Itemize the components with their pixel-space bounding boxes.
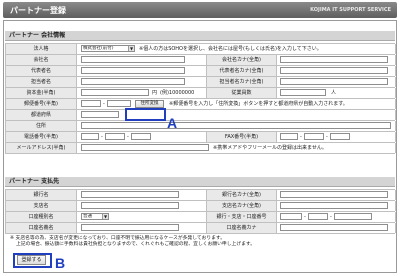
bank-name-row: 銀行名 銀行名カナ(全角) [6, 190, 396, 201]
corp-type-label: 法人格 [6, 44, 77, 54]
address-input[interactable] [81, 122, 391, 129]
email-label: メールアドレス(半角) [6, 143, 77, 153]
company-form-table: 法人格 株式会社(前付) ▼ ※個人の方はSOHOを選択し、会社名には屋号(もしく… [5, 43, 396, 154]
account-type-row: 口座種別名 普通 ▼ 銀行・支店・口座番号 - - [6, 212, 396, 223]
account-number-input[interactable] [334, 213, 372, 220]
bank-name-kana-input[interactable] [280, 191, 388, 198]
holder-name-row: 口座名義名 口座名義カナ [6, 223, 396, 234]
callout-b: B [55, 255, 66, 271]
postal-code-first-input[interactable] [81, 100, 101, 107]
prefecture-label: 都道府県 [6, 110, 77, 120]
company-name-kana-label: 会社名カナ(全角) [207, 55, 277, 65]
employees-unit: 人 [331, 90, 337, 96]
holder-name-label: 口座名義名 [6, 223, 77, 233]
fax-middle-input[interactable] [304, 133, 324, 140]
address-row: 住所 [6, 121, 396, 132]
payment-section-heading: パートナー 支払先 [5, 177, 395, 187]
email-input[interactable] [81, 144, 209, 151]
capital-example: (例)10000000 [160, 90, 195, 96]
phone-last-input[interactable] [131, 133, 151, 140]
chevron-down-icon: ▼ [102, 214, 108, 219]
branch-name-kana-input[interactable] [280, 202, 388, 209]
rep-name-kana-input[interactable] [280, 67, 388, 74]
capital-input[interactable] [81, 89, 149, 96]
postal-label: 郵便番号(半角) [6, 99, 77, 109]
email-note: ※携帯メアドやフリーメールの登録は出来ません。 [213, 145, 327, 151]
page-title: パートナー登録 [10, 6, 66, 15]
prefecture-input[interactable] [81, 111, 119, 118]
rep-name-kana-label: 代表者名カナ(全角) [207, 66, 277, 76]
brand-logo: KOJIMA IT SUPPORT SERVICE [310, 7, 391, 13]
contact-name-kana-input[interactable] [280, 78, 388, 85]
payment-form-table: 銀行名 銀行名カナ(全角) 支店名 支店名カナ(全角) 口座種別名 普通 ▼ 銀行… [5, 189, 396, 234]
contact-name-row: 担当者名 担当者名カナ(全角) [6, 77, 396, 88]
account-type-select[interactable]: 普通 ▼ [81, 213, 109, 220]
footer-note: ※ 支店名等の為、支店名が変更になっており、口座不明で振込用になるケースが多発し… [10, 236, 395, 248]
branch-name-row: 支店名 支店名カナ(全角) [6, 201, 396, 212]
capital-row: 資本金(半角) 円 (例)10000000 従業員数 人 [6, 88, 396, 99]
contact-name-kana-label: 担当者名カナ(全角) [207, 77, 277, 87]
company-name-row: 会社名 会社名カナ(全角) [6, 55, 396, 66]
address-lookup-highlight [125, 108, 166, 121]
branch-name-kana-label: 支店名カナ(全角) [207, 201, 277, 211]
capital-label: 資本金(半角) [6, 88, 77, 98]
holder-name-kana-label: 口座名義カナ [207, 223, 277, 233]
capital-unit: 円 [152, 90, 158, 96]
account-type-label: 口座種別名 [6, 212, 77, 222]
title-bar: パートナー登録 KOJIMA IT SUPPORT SERVICE [3, 2, 397, 18]
bank-name-kana-label: 銀行名カナ(全角) [207, 190, 277, 200]
corp-type-select[interactable]: 株式会社(前付) ▼ [81, 45, 135, 52]
bank-name-label: 銀行名 [6, 190, 77, 200]
branch-name-label: 支店名 [6, 201, 77, 211]
bank-name-input[interactable] [81, 191, 179, 198]
holder-name-input[interactable] [81, 224, 179, 231]
prefecture-row: 都道府県 [6, 110, 396, 121]
postal-note: ※郵便番号を入力し「住所変換」ボタンを押すと都道府県が自動入力されます。 [169, 101, 348, 107]
company-name-label: 会社名 [6, 55, 77, 65]
contact-name-input[interactable] [81, 78, 185, 85]
footer-note-line-2: 上記の場合、振込額に手数料は貴社負担となりますので、くれぐれもご確認の程、宜しく… [16, 242, 256, 247]
company-section-heading: パートナー 会社情報 [5, 31, 395, 41]
rep-name-input[interactable] [81, 67, 185, 74]
fax-area-input[interactable] [280, 133, 298, 140]
email-row: メールアドレス(半角) ※携帯メアドやフリーメールの登録は出来ません。 [6, 143, 396, 154]
fax-last-input[interactable] [330, 133, 350, 140]
phone-area-input[interactable] [81, 133, 99, 140]
corp-type-row: 法人格 株式会社(前付) ▼ ※個人の方はSOHOを選択し、会社名には屋号(もしく… [6, 44, 396, 55]
codes-label: 銀行・支店・口座番号 [207, 212, 277, 222]
address-label: 住所 [6, 121, 77, 131]
holder-name-kana-input[interactable] [280, 224, 388, 231]
branch-code-input[interactable] [308, 213, 328, 220]
submit-highlight [13, 253, 52, 268]
postal-code-second-input[interactable] [107, 100, 131, 107]
phone-row: 電話番号(半角) - - FAX番号(半角) - - [6, 132, 396, 143]
phone-label: 電話番号(半角) [6, 132, 77, 142]
company-name-kana-input[interactable] [280, 56, 388, 63]
employees-input[interactable] [280, 89, 326, 96]
employees-label: 従業員数 [207, 88, 277, 98]
rep-name-row: 代表者名 代表者名カナ(全角) [6, 66, 396, 77]
fax-label: FAX番号(半角) [207, 132, 277, 142]
chevron-down-icon: ▼ [128, 46, 134, 51]
branch-name-input[interactable] [81, 202, 179, 209]
postal-row: 郵便番号(半角) - 住所変換 ※郵便番号を入力し「住所変換」ボタンを押すと都道… [6, 99, 396, 110]
company-name-input[interactable] [81, 56, 185, 63]
callout-a: A [167, 115, 178, 131]
contact-name-label: 担当者名 [6, 77, 77, 87]
corp-type-note: ※個人の方はSOHOを選択し、会社名には屋号(もしくは氏名)を入力して下さい。 [139, 46, 322, 52]
address-lookup-button[interactable]: 住所変換 [135, 100, 164, 108]
bank-code-input[interactable] [280, 213, 302, 220]
rep-name-label: 代表者名 [6, 66, 77, 76]
phone-middle-input[interactable] [105, 133, 125, 140]
